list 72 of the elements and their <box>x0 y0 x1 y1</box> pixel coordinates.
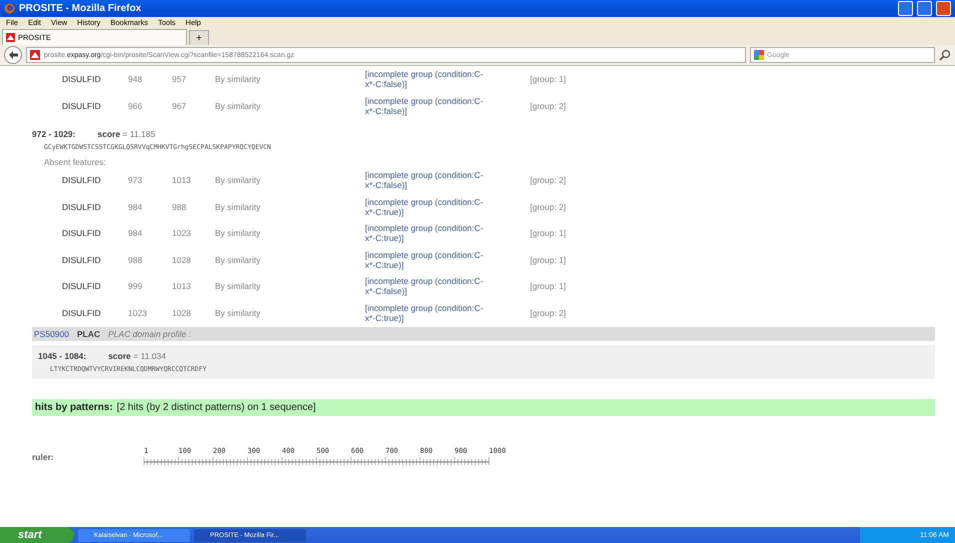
condition-link[interactable]: [incomplete group (condition:C-x*-C:false)] <box>365 69 487 90</box>
summary-label: hits by patterns: <box>35 402 113 413</box>
search-icon[interactable] <box>939 49 951 61</box>
feature-start: 973 <box>128 175 144 186</box>
feature-end: 1028 <box>172 308 192 318</box>
feature-start: 984 <box>128 202 144 212</box>
feature-end: 1023 <box>172 228 192 238</box>
feature-group: [group: 1] <box>530 281 610 292</box>
feature-start: 1023 <box>128 308 148 318</box>
feature-evidence: By similarity <box>215 202 262 212</box>
condition-link[interactable]: [incomplete group (condition:C-x*-C:true)] <box>365 250 487 270</box>
feature-evidence: By similarity <box>215 100 262 111</box>
new-tab-button[interactable]: + <box>189 30 209 45</box>
feature-type: DISULFID <box>62 281 102 292</box>
feature-group: [group: 2] <box>530 175 610 186</box>
condition-link[interactable]: [incomplete group (condition:C-x*-C:false)] <box>365 170 487 190</box>
feature-type: DISULFID <box>62 74 102 84</box>
feature-group: [group: 2] <box>530 308 610 318</box>
condition-link[interactable]: [incomplete group (condition:C-x*-C:false)] <box>365 276 487 296</box>
condition-link[interactable]: [incomplete group (condition:C-x*-C:true)] <box>365 196 487 217</box>
feature-evidence: By similarity <box>215 281 262 292</box>
feature-start: 948 <box>128 74 144 84</box>
feature-end: 1013 <box>172 175 192 186</box>
hit-range: 972 - 1029: <box>32 129 76 139</box>
feature-start: 984 <box>128 228 144 238</box>
hit-score: score = 11.185 <box>97 129 156 139</box>
feature-end: 957 <box>172 74 188 84</box>
feature-group: [group: 1] <box>530 74 610 84</box>
back-button[interactable] <box>4 46 22 64</box>
feature-evidence: By similarity <box>215 74 262 84</box>
condition-link[interactable]: [incomplete group (condition:C-x*-C:true)] <box>365 223 487 244</box>
feature-end: 1028 <box>172 254 192 265</box>
absent-features-label: Absent features: <box>43 156 107 167</box>
condition-link[interactable]: [incomplete group (condition:C-x*-C:false)] <box>365 96 487 116</box>
feature-end: 1013 <box>172 281 192 292</box>
feature-start: 966 <box>128 100 144 111</box>
feature-group: [group: 2] <box>530 100 610 111</box>
site-icon <box>30 50 40 60</box>
feature-group: [group: 1] <box>530 254 610 265</box>
feature-type: DISULFID <box>62 308 102 318</box>
back-arrow-icon <box>8 51 18 59</box>
start-button[interactable]: start <box>0 527 74 543</box>
hit-range: 1045 - 1084: <box>38 351 86 361</box>
feature-type: DISULFID <box>62 202 102 212</box>
feature-evidence: By similarity <box>215 254 262 265</box>
profile-name: PLAC <box>76 329 100 339</box>
search-engine-icon <box>754 50 764 60</box>
feature-group: [group: 1] <box>530 228 610 238</box>
feature-group: [group: 2] <box>530 202 610 212</box>
feature-evidence: By similarity <box>215 175 262 186</box>
site-icon <box>6 33 15 42</box>
maximize-button[interactable] <box>917 1 932 16</box>
feature-evidence: By similarity <box>215 308 262 318</box>
feature-start: 988 <box>128 254 144 265</box>
feature-type: DISULFID <box>62 100 102 111</box>
window-title: PROSITE - Mozilla Firefox <box>19 3 142 14</box>
ruler-label: ruler: <box>32 452 55 462</box>
profile-link[interactable]: PS50900 <box>34 329 69 339</box>
condition-link[interactable]: [incomplete group (condition:C-x*-C:true)] <box>365 302 487 323</box>
summary-text: [2 hits (by 2 distinct patterns) on 1 sequence] <box>116 402 316 413</box>
hit-score: score = 11.034 <box>108 351 166 361</box>
browser-icon <box>4 3 15 14</box>
feature-type: DISULFID <box>62 254 102 265</box>
feature-evidence: By similarity <box>215 228 262 238</box>
feature-start: 999 <box>128 281 144 292</box>
feature-end: 988 <box>172 202 188 212</box>
profile-description: PLAC domain profile : <box>108 329 191 339</box>
feature-type: DISULFID <box>62 175 102 186</box>
close-button[interactable] <box>936 1 951 16</box>
feature-type: DISULFID <box>62 228 102 238</box>
feature-end: 967 <box>172 100 188 111</box>
minimize-button[interactable] <box>898 1 913 16</box>
